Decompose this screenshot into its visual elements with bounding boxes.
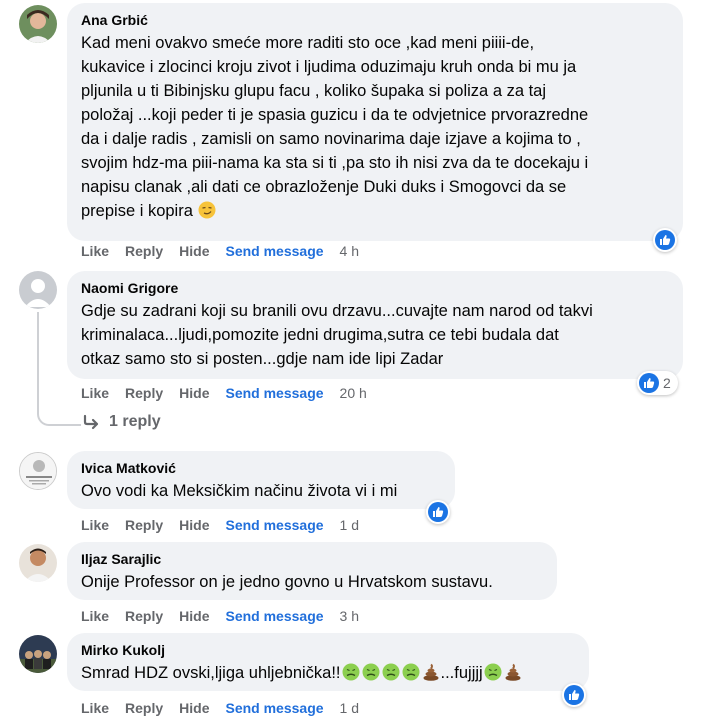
comment-body: Kad meni ovakvo smeće more raditi sto oc… [81, 34, 589, 220]
comment-text: Gdje su zadrani koji su branili ovu drza… [81, 302, 593, 368]
comment-actions: Like Reply Hide Send message 20 h [81, 385, 383, 401]
comment-text: Smrad HDZ ovski,ljiga uhljebnička!! ...fu… [81, 661, 577, 688]
like-button[interactable]: Like [81, 385, 109, 401]
hide-button[interactable]: Hide [179, 700, 209, 716]
avatar[interactable] [19, 635, 57, 673]
send-message-button[interactable]: Send message [225, 608, 323, 624]
nauseated-face-emoji [402, 663, 420, 688]
timestamp[interactable]: 3 h [340, 608, 359, 624]
hide-button[interactable]: Hide [179, 517, 209, 533]
view-replies-link[interactable]: 1 reply [83, 413, 161, 431]
poop-emoji [422, 663, 440, 688]
reaction-count: 2 [663, 375, 671, 391]
comment-author[interactable]: Ivica Matković [81, 459, 443, 477]
comment-author[interactable]: Naomi Grigore [81, 279, 671, 297]
reply-button[interactable]: Reply [125, 700, 163, 716]
like-button[interactable]: Like [81, 700, 109, 716]
like-button[interactable]: Like [81, 243, 109, 259]
reaction-badge[interactable] [562, 683, 586, 707]
reply-button[interactable]: Reply [125, 517, 163, 533]
timestamp[interactable]: 4 h [340, 243, 359, 259]
send-message-button[interactable]: Send message [225, 700, 323, 716]
timestamp[interactable]: 20 h [340, 385, 367, 401]
comment-actions: Like Reply Hide Send message 3 h [81, 608, 375, 624]
send-message-button[interactable]: Send message [225, 243, 323, 259]
comment-text: Kad meni ovakvo smeće more raditi sto oc… [81, 31, 671, 226]
nauseated-face-emoji [342, 663, 360, 688]
reply-button[interactable]: Reply [125, 608, 163, 624]
nauseated-face-emoji [362, 663, 380, 688]
like-button[interactable]: Like [81, 608, 109, 624]
thumbs-up-icon [564, 685, 584, 705]
replies-label[interactable]: 1 reply [109, 413, 161, 431]
thumbs-up-icon [655, 230, 675, 250]
thread-connector [37, 312, 81, 426]
thumbs-up-icon [639, 373, 659, 393]
comment-author[interactable]: Iljaz Sarajlic [81, 550, 545, 568]
comment-bubble: Naomi Grigore Gdje su zadrani koji su br… [67, 271, 683, 379]
poop-emoji [504, 663, 522, 688]
comment-body-mid: ...fujjjj [440, 664, 483, 682]
comment-actions: Like Reply Hide Send message 1 d [81, 517, 375, 533]
timestamp[interactable]: 1 d [340, 517, 359, 533]
comment-bubble: Mirko Kukolj Smrad HDZ ovski,ljiga uhlje… [67, 633, 589, 691]
comment-bubble: Ivica Matković Ovo vodi ka Meksičkim nač… [67, 451, 455, 509]
like-button[interactable]: Like [81, 517, 109, 533]
comment-text: Ovo vodi ka Meksičkim načinu života vi i… [81, 482, 398, 500]
reaction-badge[interactable] [426, 500, 450, 524]
avatar[interactable] [19, 452, 57, 490]
hide-button[interactable]: Hide [179, 608, 209, 624]
thumbs-up-icon [428, 502, 448, 522]
timestamp[interactable]: 1 d [340, 700, 359, 716]
comment-actions: Like Reply Hide Send message 1 d [81, 700, 375, 716]
reply-arrow-icon [83, 414, 99, 430]
reaction-badge[interactable] [653, 228, 677, 252]
avatar[interactable] [19, 5, 57, 43]
send-message-button[interactable]: Send message [225, 385, 323, 401]
reply-button[interactable]: Reply [125, 385, 163, 401]
comment-author[interactable]: Ana Grbić [81, 11, 671, 29]
reply-button[interactable]: Reply [125, 243, 163, 259]
nauseated-face-emoji [382, 663, 400, 688]
smirk-emoji [198, 201, 216, 226]
comment-body: Smrad HDZ ovski,ljiga uhljebnička!! [81, 664, 341, 682]
comment-author[interactable]: Mirko Kukolj [81, 641, 577, 659]
avatar[interactable] [19, 271, 57, 309]
comment-bubble: Ana Grbić Kad meni ovakvo smeće more rad… [67, 3, 683, 241]
comment-bubble: Iljaz Sarajlic Onije Professor on je jed… [67, 542, 557, 600]
send-message-button[interactable]: Send message [225, 517, 323, 533]
hide-button[interactable]: Hide [179, 243, 209, 259]
avatar[interactable] [19, 544, 57, 582]
comment-text: Onije Professor on je jedno govno u Hrva… [81, 573, 493, 591]
hide-button[interactable]: Hide [179, 385, 209, 401]
reaction-badge[interactable]: 2 [637, 371, 678, 395]
comment-actions: Like Reply Hide Send message 4 h [81, 243, 375, 259]
nauseated-face-emoji [484, 663, 502, 688]
